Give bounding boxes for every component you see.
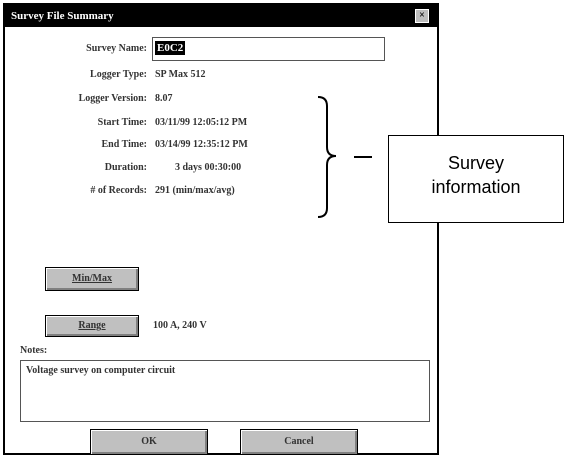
callout-line1: Survey <box>447 153 505 173</box>
range-button[interactable]: Range <box>45 315 139 337</box>
notes-textarea[interactable]: Voltage survey on computer circuit <box>20 360 430 422</box>
end-time-label: End Time: <box>101 139 147 150</box>
end-time-value: 03/14/99 12:35:12 PM <box>155 139 248 150</box>
min-max-label: Min/Max <box>72 273 112 284</box>
records-label: # of Records: <box>90 185 147 196</box>
cancel-button[interactable]: Cancel <box>240 429 358 455</box>
start-time-value: 03/11/99 12:05:12 PM <box>155 117 248 128</box>
title-bar: Survey File Summary × <box>5 5 437 27</box>
logger-version-value: 8.07 <box>155 93 173 104</box>
notes-label: Notes: <box>20 345 48 356</box>
ok-button[interactable]: OK <box>90 429 208 455</box>
logger-type-value: SP Max 512 <box>155 69 206 80</box>
survey-name-label: Survey Name: <box>86 43 147 54</box>
duration-value: 3 days 00:30:00 <box>175 162 242 173</box>
range-value: 100 A, 240 V <box>153 320 207 331</box>
logger-type-label: Logger Type: <box>90 69 147 80</box>
records-value: 291 (min/max/avg) <box>155 185 235 196</box>
range-label: Range <box>78 320 106 331</box>
survey-information-callout: Survey information <box>388 135 564 223</box>
survey-name-value: E0C2 <box>155 41 186 55</box>
duration-label: Duration: <box>104 162 147 173</box>
survey-file-summary-dialog: Survey File Summary × Survey Name: E0C2 … <box>3 3 439 455</box>
cancel-label: Cancel <box>284 436 314 447</box>
survey-name-input[interactable]: E0C2 <box>152 37 385 61</box>
ok-label: OK <box>141 436 157 447</box>
logger-version-label: Logger Version: <box>78 93 147 104</box>
start-time-label: Start Time: <box>97 117 147 128</box>
window-title: Survey File Summary <box>11 10 114 22</box>
close-button[interactable]: × <box>415 9 429 23</box>
callout-line2: information <box>431 177 521 197</box>
min-max-button[interactable]: Min/Max <box>45 267 139 291</box>
